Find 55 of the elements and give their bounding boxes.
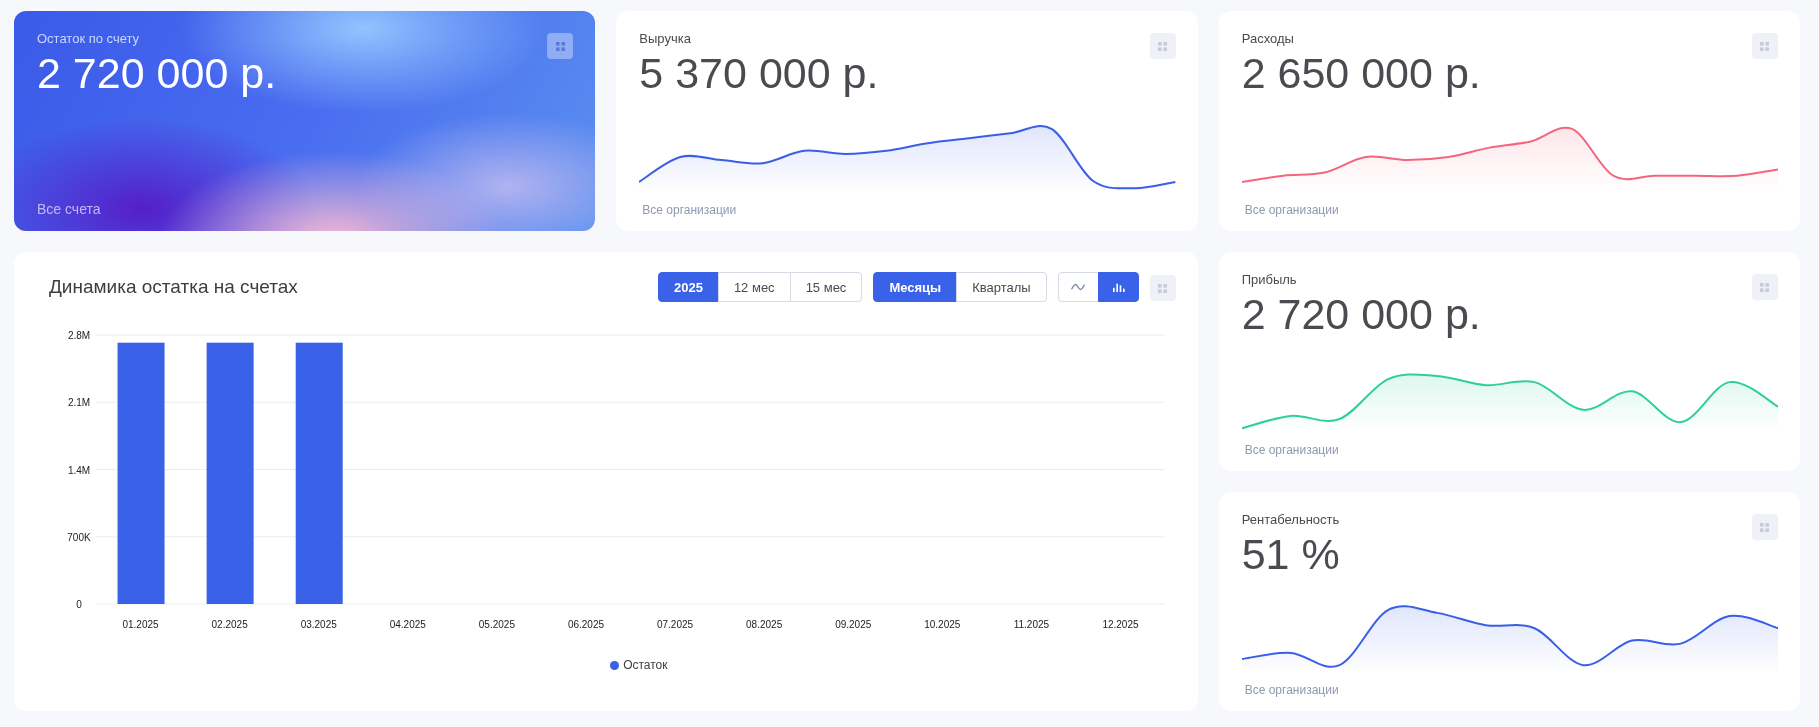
grid-icon [1158, 283, 1168, 293]
period-tab[interactable]: 2025 [657, 272, 719, 302]
granularity-tab[interactable]: Кварталы [956, 272, 1047, 302]
granularity-tab[interactable]: Месяцы [873, 272, 958, 302]
card-label: Прибыль [1241, 272, 1297, 288]
x-axis-label: 02.2025 [211, 619, 248, 630]
wave-icon [1071, 282, 1086, 292]
x-axis-label: 12.2025 [1102, 619, 1139, 630]
widget-menu-button[interactable] [1752, 33, 1778, 59]
line-chart-button[interactable] [1057, 272, 1099, 302]
widget-menu-button[interactable] [1752, 274, 1778, 300]
organizations-link[interactable]: Все организации [642, 203, 737, 217]
card-label: Остаток по счету [37, 31, 140, 47]
organizations-link[interactable]: Все организации [1244, 203, 1339, 217]
x-axis-label: 04.2025 [389, 619, 426, 630]
x-axis-label: 08.2025 [746, 619, 783, 630]
y-axis-label: 0 [76, 599, 82, 610]
bar-chart-icon [1111, 282, 1126, 292]
card-value: 5 370 000 р. [639, 51, 879, 95]
organizations-link[interactable]: Все организации [1244, 683, 1339, 697]
x-axis-label: 10.2025 [924, 619, 961, 630]
legend-label: Остаток [623, 658, 668, 672]
organizations-link[interactable]: Все организации [1244, 443, 1339, 457]
widget-menu-button[interactable] [1149, 275, 1176, 301]
widget-menu-button[interactable] [547, 33, 574, 59]
y-axis-label: 2.8M [67, 330, 91, 341]
card-label: Рентабельность [1241, 512, 1340, 528]
card-label: Выручка [639, 31, 691, 47]
x-axis-label: 01.2025 [122, 619, 159, 630]
x-axis-label: 06.2025 [567, 619, 605, 630]
grid-icon [1760, 522, 1770, 532]
accounts-link[interactable]: Все счета [37, 201, 101, 217]
card-value: 2 720 000 р. [1241, 292, 1481, 336]
widget-menu-button[interactable] [1149, 33, 1176, 59]
grid-icon [1760, 282, 1770, 292]
x-axis-label: 07.2025 [656, 619, 694, 630]
grid-icon [555, 41, 565, 51]
bar-chart-button[interactable] [1097, 272, 1139, 302]
x-axis-label: 03.2025 [300, 619, 337, 630]
grid-icon [1760, 41, 1770, 51]
widget-menu-button[interactable] [1752, 514, 1778, 540]
card-value: 51 % [1241, 532, 1340, 576]
card-value: 2 720 000 р. [37, 51, 277, 95]
x-axis-label: 05.2025 [478, 619, 515, 630]
x-axis-label: 09.2025 [835, 619, 872, 630]
grid-icon [1158, 41, 1168, 51]
y-axis-label: 700K [67, 531, 91, 543]
period-tab[interactable]: 12 мес [717, 272, 791, 302]
y-axis-label: 1.4M [67, 464, 91, 476]
x-axis-label: 11.2025 [1013, 619, 1050, 630]
panel-title: Динамика остатка на счетах [49, 276, 298, 298]
card-value: 2 650 000 р. [1241, 51, 1481, 95]
y-axis-label: 2.1M [67, 397, 91, 409]
period-tab[interactable]: 15 мес [789, 272, 863, 302]
card-label: Расходы [1241, 31, 1294, 47]
